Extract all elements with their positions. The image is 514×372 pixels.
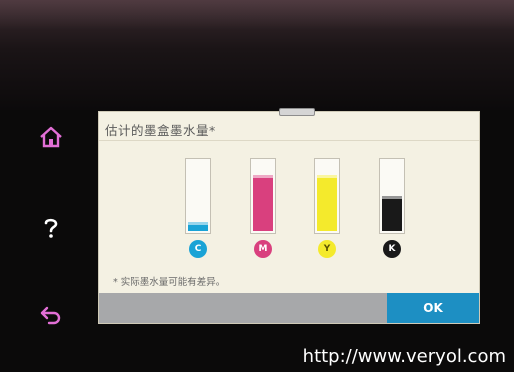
badge-black: K bbox=[383, 240, 401, 258]
badge-magenta: M bbox=[254, 240, 272, 258]
drag-handle[interactable] bbox=[279, 108, 315, 116]
bezel-reflection bbox=[0, 0, 514, 30]
ink-fill-yellow bbox=[317, 175, 337, 231]
watermark: http://www.veryol.com bbox=[302, 346, 506, 367]
back-icon bbox=[40, 306, 61, 325]
help-icon bbox=[44, 218, 58, 238]
cartridge-cyan bbox=[185, 158, 211, 234]
home-icon bbox=[40, 126, 62, 148]
dialog-title: 估计的墨盒墨水量* bbox=[105, 123, 216, 138]
back-button[interactable] bbox=[36, 300, 66, 330]
badge-cyan: C bbox=[189, 240, 207, 258]
ink-fill-black bbox=[382, 196, 402, 231]
title-divider bbox=[99, 140, 479, 141]
help-button[interactable] bbox=[36, 213, 66, 243]
ink-fill-cyan bbox=[188, 222, 208, 231]
disclaimer-note: * 实际墨水量可能有差异。 bbox=[113, 277, 226, 288]
cartridge-black bbox=[379, 158, 405, 234]
badge-yellow: Y bbox=[318, 240, 336, 258]
cartridge-magenta bbox=[250, 158, 276, 234]
printer-bezel bbox=[0, 0, 514, 110]
ink-levels-dialog: 估计的墨盒墨水量* C M Y K * 实际墨水量可能有差异。 OK bbox=[98, 108, 480, 324]
cartridge-yellow bbox=[314, 158, 340, 234]
home-button[interactable] bbox=[36, 122, 66, 152]
dialog-footer bbox=[99, 293, 389, 323]
ok-button[interactable]: OK bbox=[387, 293, 479, 323]
ink-fill-magenta bbox=[253, 175, 273, 231]
